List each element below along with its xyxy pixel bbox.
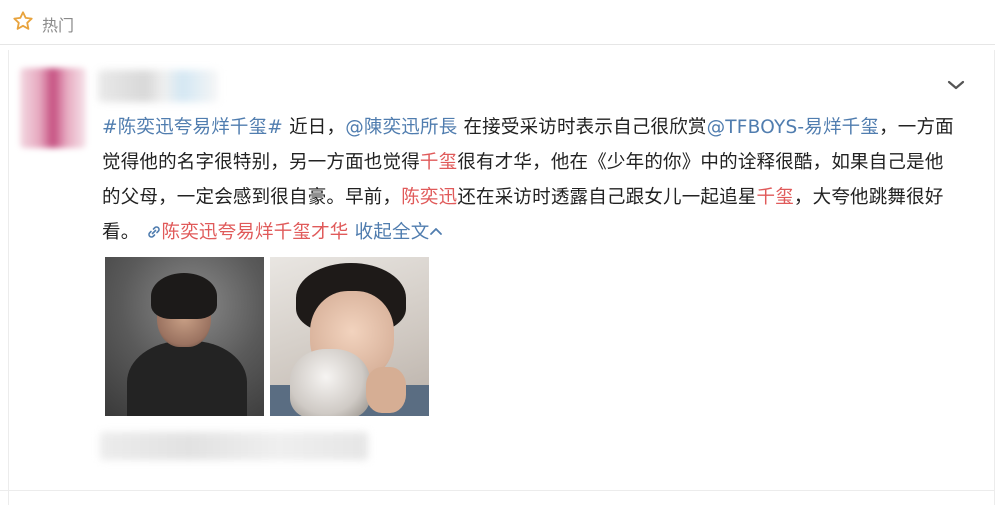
chevron-down-icon[interactable] [946,78,966,92]
topic-link[interactable]: 陈奕迅夸易烊千玺才华 [146,222,349,243]
post-actions-bar [0,490,995,511]
photo-eason[interactable] [105,257,264,416]
post-text-segment: 近日， [283,117,346,138]
topic-link-text[interactable]: 陈奕迅夸易烊千玺才华 [162,222,349,243]
top-bar: 热门 [0,0,995,45]
chevron-up-icon [430,228,443,235]
mention-eason[interactable]: @陳奕迅所長 [345,117,457,138]
photo-figure [366,367,406,413]
link-icon [147,226,160,238]
post-body: #陈奕迅夸易烊千玺# 近日，@陳奕迅所長 在接受采访时表示自己很欣赏@TFBOY… [102,110,962,250]
star-outline-icon[interactable] [12,10,34,32]
topic-hashtag[interactable]: #陈奕迅夸易烊千玺# [102,117,283,138]
post-text-segment: 在接受采访时表示自己很欣赏 [457,117,707,138]
photo-figure [290,349,370,416]
username-blurred[interactable] [98,70,218,102]
highlight-name: 千玺 [419,152,458,173]
avatar[interactable] [20,68,86,148]
highlight-name: 陈奕迅 [401,187,458,208]
photo-jackson-cat[interactable] [270,257,429,416]
blurred-caption [100,432,368,460]
collapse-button[interactable]: 收起全文 [355,222,444,243]
mention-jackson[interactable]: @TFBOYS-易烊千玺 [707,117,879,138]
post-text-segment: 还在采访时透露自己跟女儿一起追星 [457,187,757,208]
hot-tab-label[interactable]: 热门 [42,12,74,36]
photo-figure [151,273,217,319]
collapse-label[interactable]: 收起全文 [355,222,430,243]
highlight-name: 千玺 [756,187,794,208]
photo-figure [127,341,247,416]
